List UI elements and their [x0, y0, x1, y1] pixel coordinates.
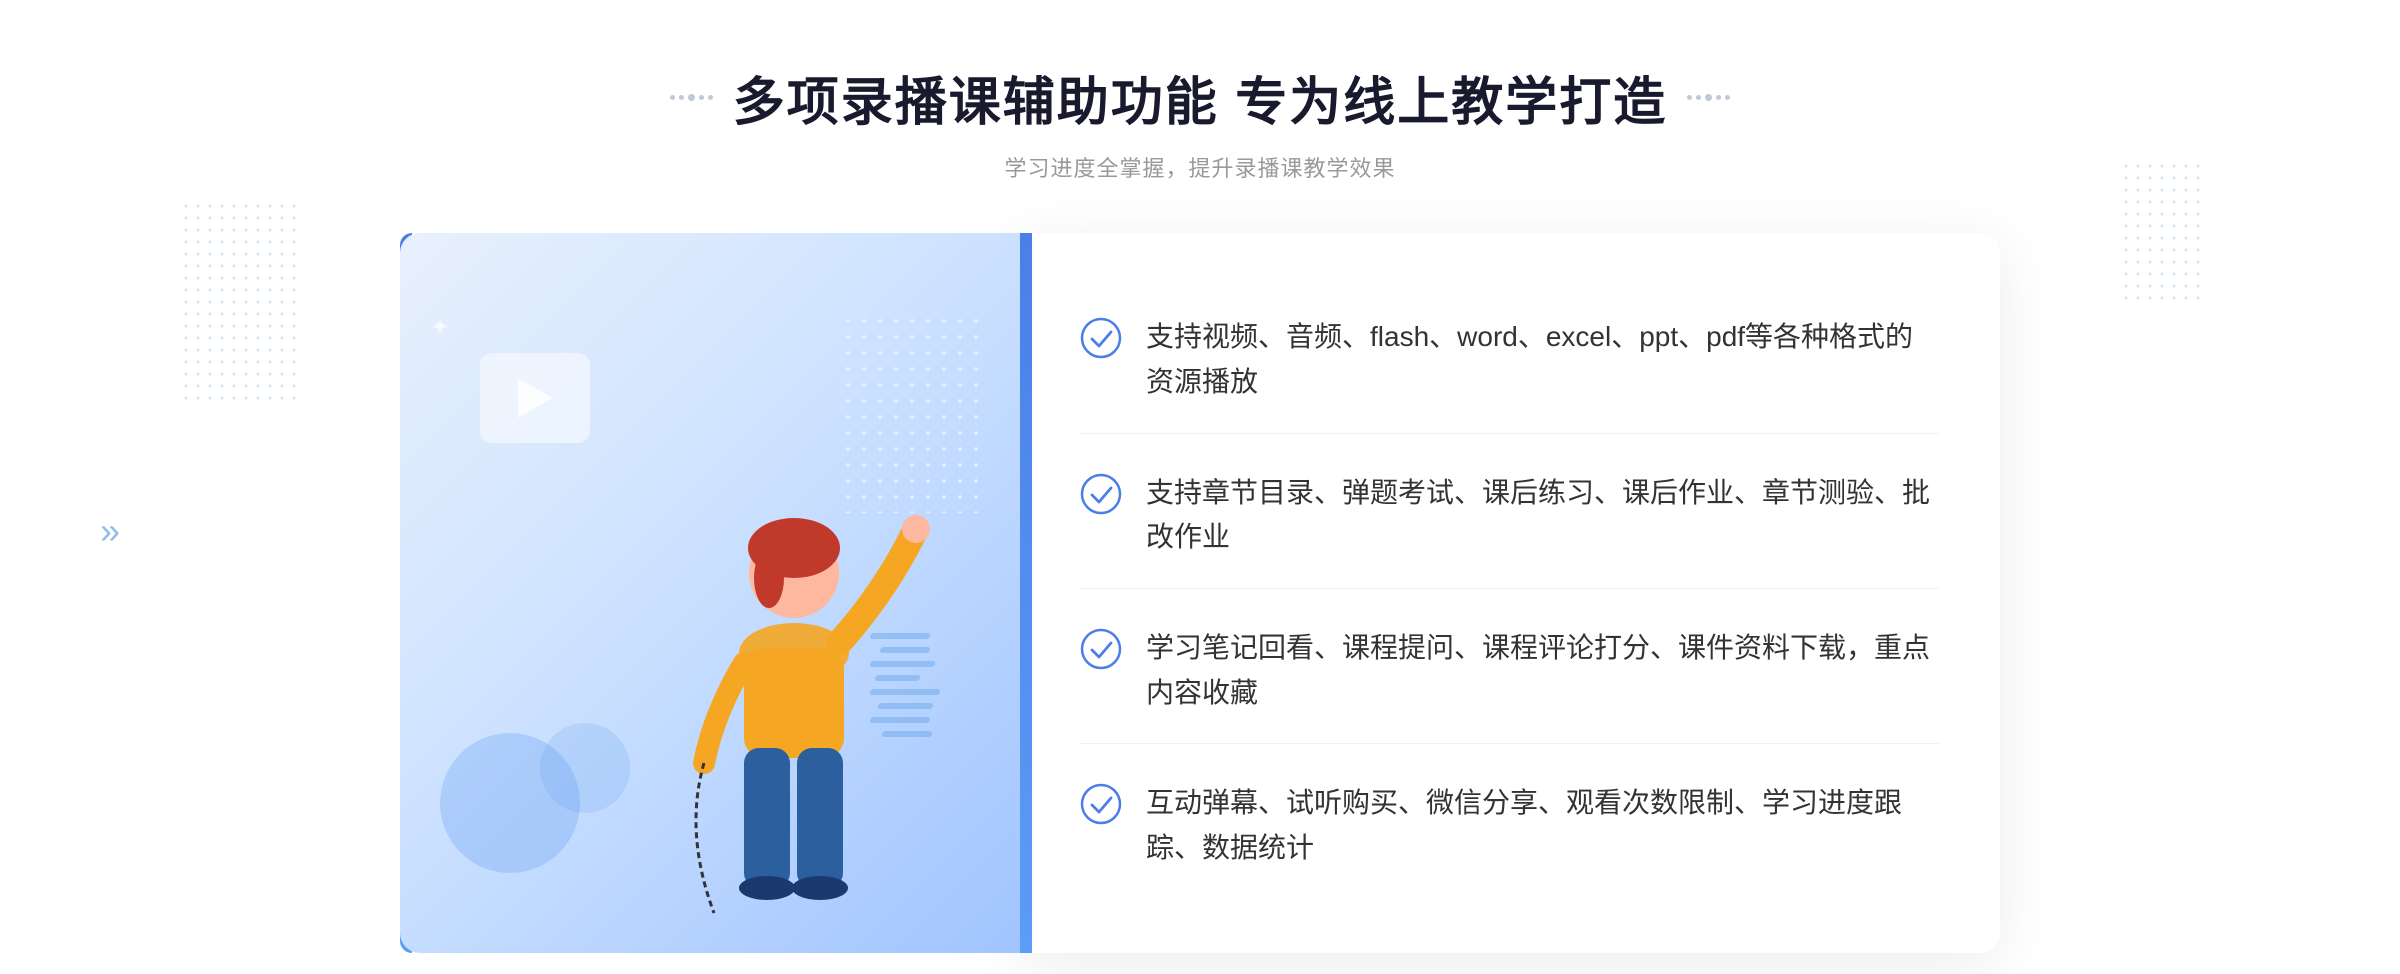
header-section: 多项录播课辅助功能 专为线上教学打造 学习进度全掌握，提升录播课教学效果: [670, 60, 1730, 183]
page-subtitle: 学习进度全掌握，提升录播课教学效果: [670, 151, 1730, 183]
dot: [708, 95, 713, 100]
dot: [699, 95, 704, 100]
check-circle-icon-2: [1080, 473, 1122, 515]
check-circle-icon-1: [1080, 317, 1122, 359]
dot: [1716, 95, 1721, 100]
feature-item-3: 学习笔记回看、课程提问、课程评论打分、课件资料下载，重点内容收藏: [1080, 598, 1940, 745]
features-card: 支持视频、音频、flash、word、excel、ppt、pdf等各种格式的资源…: [1020, 233, 2000, 953]
play-icon: [518, 378, 552, 418]
check-circle-icon-4: [1080, 783, 1122, 825]
dot-large: [1705, 94, 1712, 101]
dots-decoration-left: [180, 200, 300, 400]
dots-decoration-right: [2120, 160, 2200, 300]
feature-text-1: 支持视频、音频、flash、word、excel、ppt、pdf等各种格式的资源…: [1146, 315, 1940, 405]
feature-item-1: 支持视频、音频、flash、word、excel、ppt、pdf等各种格式的资源…: [1080, 287, 1940, 434]
title-row: 多项录播课辅助功能 专为线上教学打造: [670, 60, 1730, 135]
page-wrapper: » 多项录播课辅助功能 专为线上教学打造 学习进度全掌握，提升录播课教学效果: [0, 0, 2400, 974]
feature-item-2: 支持章节目录、弹题考试、课后练习、课后作业、章节测验、批改作业: [1080, 443, 1940, 590]
sparkle-icon: ✦: [430, 313, 450, 342]
human-figure: [654, 433, 934, 953]
feature-item-4: 互动弹幕、试听购买、微信分享、观看次数限制、学习进度跟踪、数据统计: [1080, 753, 1940, 899]
feature-text-2: 支持章节目录、弹题考试、课后练习、课后作业、章节测验、批改作业: [1146, 471, 1940, 561]
illustration-card: ✦: [400, 233, 1020, 953]
chevron-decoration: »: [100, 510, 120, 552]
feature-text-4: 互动弹幕、试听购买、微信分享、观看次数限制、学习进度跟踪、数据统计: [1146, 781, 1940, 871]
dot-large: [688, 94, 695, 101]
dot: [679, 95, 684, 100]
title-dots-right: [1687, 94, 1730, 101]
dot: [670, 95, 675, 100]
feature-text-3: 学习笔记回看、课程提问、课程评论打分、课件资料下载，重点内容收藏: [1146, 626, 1940, 716]
page-title: 多项录播课辅助功能 专为线上教学打造: [733, 60, 1667, 135]
play-bubble-bg: [480, 353, 590, 443]
dot: [1725, 95, 1730, 100]
play-bubble: [480, 353, 600, 453]
dot: [1696, 95, 1701, 100]
dot: [1687, 95, 1692, 100]
content-section: ✦: [400, 233, 2000, 953]
circle-2: [540, 723, 630, 813]
title-dots-left: [670, 94, 713, 101]
check-circle-icon-3: [1080, 628, 1122, 670]
